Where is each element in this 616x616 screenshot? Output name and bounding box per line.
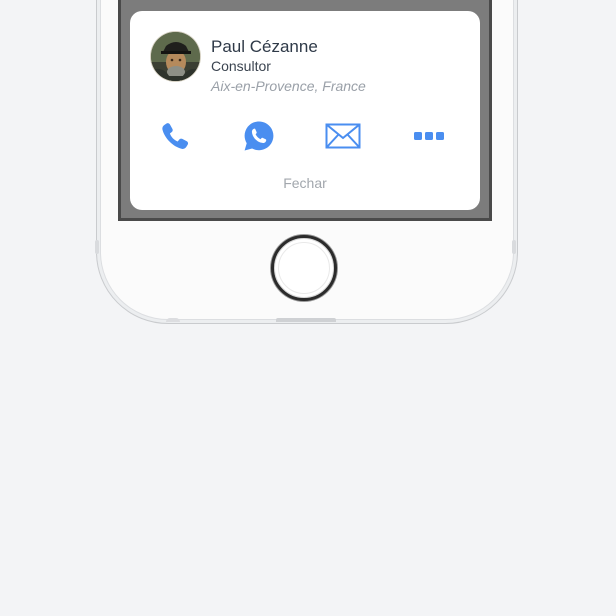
contact-role: Consultor — [211, 58, 271, 74]
contact-name: Paul Cézanne — [211, 37, 318, 56]
mail-icon — [325, 123, 361, 149]
contact-location: Aix-en-Provence, France — [211, 78, 366, 94]
phone-side-button-left — [95, 240, 99, 254]
more-button[interactable] — [409, 116, 449, 156]
home-button[interactable] — [271, 235, 337, 301]
whatsapp-button[interactable] — [239, 116, 279, 156]
phone-side-button-right — [512, 240, 516, 254]
page: Paul Cézanne Consultor Aix-en-Provence, … — [0, 0, 616, 616]
contact-action-sheet: Paul Cézanne Consultor Aix-en-Provence, … — [130, 11, 480, 210]
whatsapp-icon — [244, 121, 274, 151]
portrait-avatar-icon — [151, 32, 200, 81]
call-button[interactable] — [155, 116, 195, 156]
close-button[interactable]: Fechar — [130, 175, 480, 191]
phone-lightning-port — [276, 318, 336, 322]
phone-icon — [162, 123, 189, 149]
phone-bottom-detail — [166, 318, 180, 322]
avatar[interactable] — [151, 32, 200, 81]
more-dots-icon — [414, 132, 444, 140]
email-button[interactable] — [323, 116, 363, 156]
